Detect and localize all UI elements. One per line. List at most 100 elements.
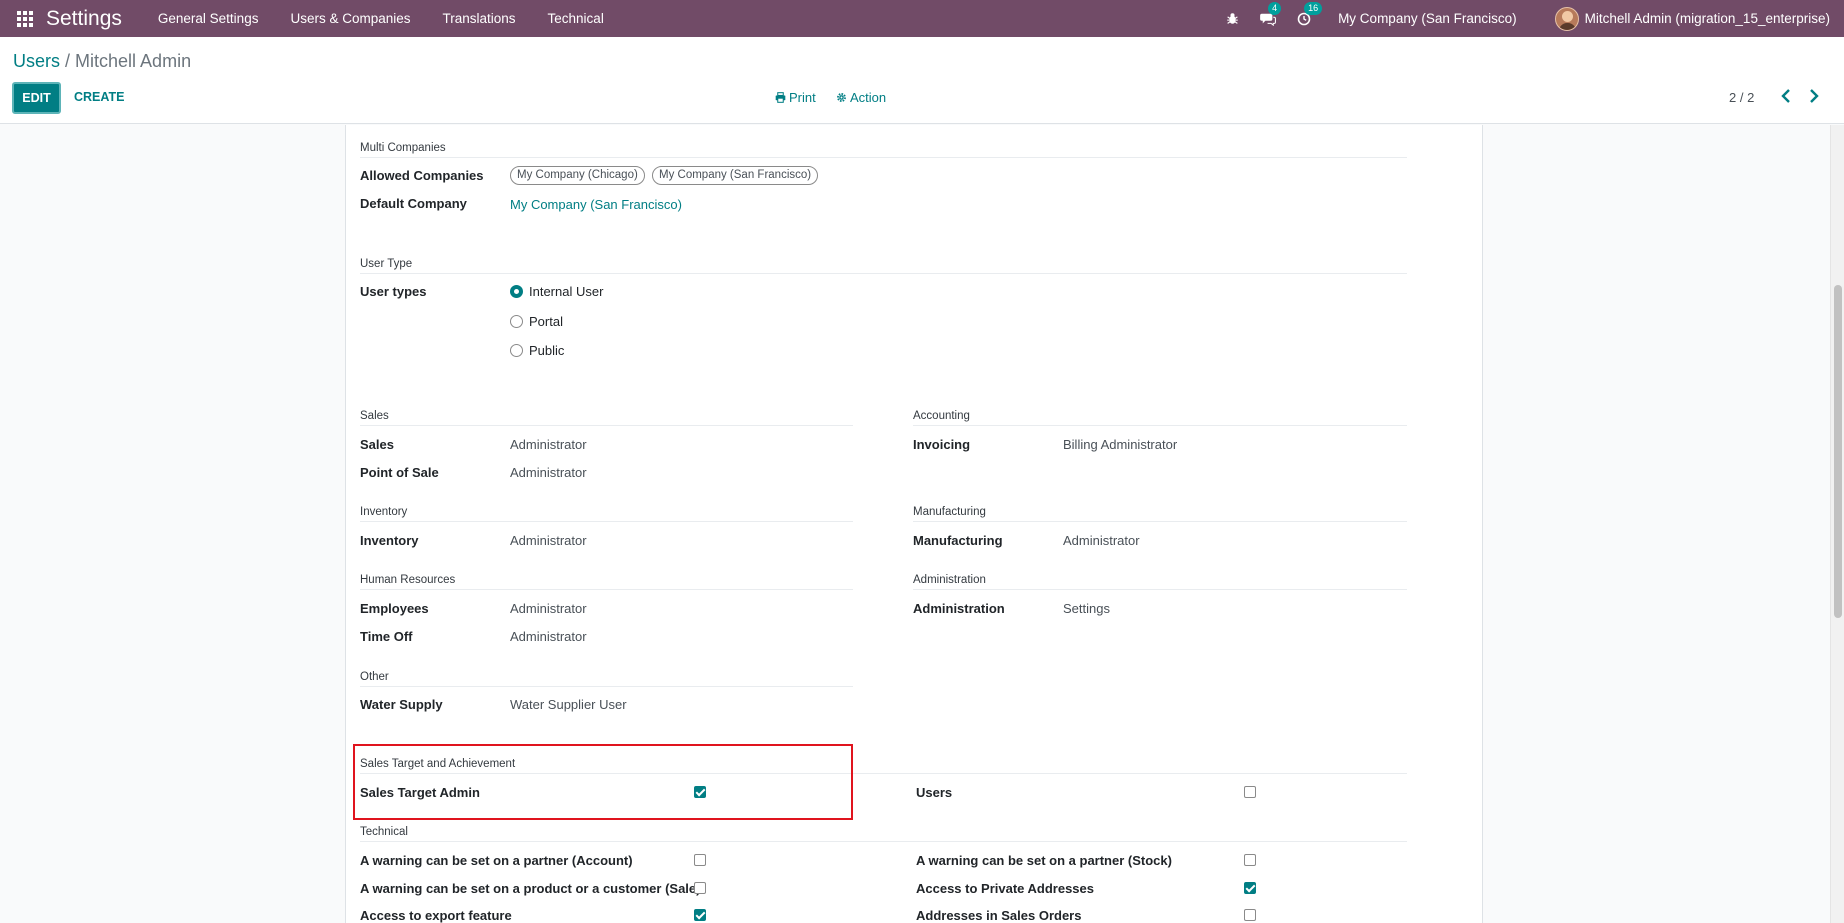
- pager-previous-icon[interactable]: [1780, 88, 1792, 107]
- section-accounting-title: Accounting: [913, 410, 970, 422]
- section-other-title: Other: [360, 671, 389, 683]
- radio-label: Public: [529, 343, 565, 358]
- radio-button[interactable]: [510, 344, 523, 357]
- section-technical-title: Technical: [360, 826, 408, 838]
- technical-item-checkbox[interactable]: [694, 909, 706, 921]
- menu-general-settings[interactable]: General Settings: [142, 11, 275, 26]
- print-button[interactable]: Print: [775, 90, 816, 105]
- section-sales-title: Sales: [360, 410, 389, 422]
- company-switcher[interactable]: My Company (San Francisco): [1338, 11, 1517, 26]
- manufacturing-value[interactable]: Administrator: [1063, 533, 1140, 548]
- technical-item-label: Access to Private Addresses: [916, 881, 1095, 896]
- activities-count-badge: 16: [1304, 1, 1323, 15]
- sales-field-value[interactable]: Administrator: [510, 437, 587, 452]
- section-divider: [360, 157, 1407, 158]
- technical-item-checkbox[interactable]: [1244, 909, 1256, 921]
- edit-button[interactable]: EDIT: [12, 82, 61, 114]
- technical-item-label: A warning can be set on a partner (Accou…: [360, 853, 633, 868]
- menu-technical[interactable]: Technical: [532, 11, 620, 26]
- radio-button-selected[interactable]: [510, 285, 523, 298]
- menu-translations[interactable]: Translations: [427, 11, 532, 26]
- allowed-companies-label: Allowed Companies: [360, 168, 484, 183]
- menu-users-companies[interactable]: Users & Companies: [274, 11, 426, 26]
- section-divider: [360, 521, 853, 522]
- debug-bug-icon[interactable]: [1223, 10, 1241, 28]
- technical-item-label: Addresses in Sales Orders: [916, 908, 1082, 923]
- time-off-value[interactable]: Administrator: [510, 629, 587, 644]
- default-company-link[interactable]: My Company (San Francisco): [510, 197, 682, 212]
- allowed-company-tag[interactable]: My Company (San Francisco): [652, 166, 819, 185]
- technical-item-label: Access to export feature: [360, 908, 512, 923]
- technical-item-checkbox[interactable]: [694, 854, 706, 866]
- section-divider: [360, 425, 853, 426]
- user-name: Mitchell Admin (migration_15_enterprise): [1584, 11, 1830, 26]
- point-of-sale-label: Point of Sale: [360, 465, 439, 480]
- gear-icon: [837, 93, 846, 102]
- technical-item-checkbox[interactable]: [1244, 882, 1256, 894]
- print-icon: [775, 92, 786, 103]
- vertical-scrollbar[interactable]: [1830, 125, 1844, 923]
- messages-count-badge: 4: [1268, 1, 1282, 15]
- radio-label: Portal: [529, 314, 563, 329]
- apps-menu-icon[interactable]: [10, 4, 40, 34]
- section-multi-companies-title: Multi Companies: [360, 142, 446, 154]
- invoicing-label: Invoicing: [913, 437, 971, 452]
- pager-value[interactable]: 2 / 2: [1729, 90, 1754, 105]
- sales-target-users-label: Users: [916, 785, 953, 800]
- scrollbar-thumb[interactable]: [1834, 285, 1842, 618]
- inventory-label: Inventory: [360, 533, 419, 548]
- employees-label: Employees: [360, 601, 429, 616]
- app-brand[interactable]: Settings: [46, 7, 122, 31]
- user-avatar: [1554, 6, 1579, 31]
- manufacturing-label: Manufacturing: [913, 533, 1003, 548]
- section-administration-title: Administration: [913, 574, 986, 586]
- activities-clock-icon[interactable]: 16: [1295, 1, 1323, 28]
- water-supply-value[interactable]: Water Supplier User: [510, 697, 627, 712]
- section-human-resources-title: Human Resources: [360, 574, 456, 586]
- section-divider: [913, 589, 1407, 590]
- section-divider: [360, 273, 1407, 274]
- section-divider: [360, 841, 1407, 842]
- section-divider: [913, 425, 1407, 426]
- user-menu[interactable]: Mitchell Admin (migration_15_enterprise): [1554, 6, 1830, 31]
- section-inventory-title: Inventory: [360, 506, 408, 518]
- default-company-label: Default Company: [360, 196, 467, 211]
- action-label: Action: [850, 90, 887, 105]
- allowed-company-tag[interactable]: My Company (Chicago): [510, 166, 645, 185]
- create-button[interactable]: CREATE: [74, 90, 124, 104]
- water-supply-label: Water Supply: [360, 697, 443, 712]
- pager-next-icon[interactable]: [1808, 88, 1820, 107]
- print-label: Print: [789, 90, 816, 105]
- point-of-sale-value[interactable]: Administrator: [510, 465, 587, 480]
- radio-label: Internal User: [529, 284, 604, 299]
- section-user-type-title: User Type: [360, 258, 413, 270]
- radio-public[interactable]: Public: [510, 343, 564, 358]
- sales-target-users-checkbox[interactable]: [1244, 786, 1256, 798]
- employees-value[interactable]: Administrator: [510, 601, 587, 616]
- breadcrumb-separator: /: [60, 51, 76, 71]
- highlight-annotation-box: [353, 744, 853, 820]
- radio-internal-user[interactable]: Internal User: [510, 284, 603, 299]
- sales-field-label: Sales: [360, 437, 394, 452]
- time-off-label: Time Off: [360, 629, 413, 644]
- section-divider: [913, 521, 1407, 522]
- administration-value[interactable]: Settings: [1063, 601, 1110, 616]
- technical-item-checkbox[interactable]: [1244, 854, 1256, 866]
- section-divider: [360, 686, 853, 687]
- section-divider: [360, 589, 853, 590]
- section-manufacturing-title: Manufacturing: [913, 506, 986, 518]
- breadcrumb-current: Mitchell Admin: [75, 51, 192, 71]
- control-panel: Users / Mitchell Admin EDIT CREATE Print…: [0, 37, 1844, 124]
- top-navbar: Settings General Settings Users & Compan…: [0, 0, 1844, 37]
- radio-portal[interactable]: Portal: [510, 314, 563, 329]
- technical-item-label: A warning can be set on a partner (Stock…: [916, 853, 1172, 868]
- inventory-value[interactable]: Administrator: [510, 533, 587, 548]
- technical-item-label: A warning can be set on a product or a c…: [360, 881, 701, 896]
- technical-item-checkbox[interactable]: [694, 882, 706, 894]
- invoicing-value[interactable]: Billing Administrator: [1063, 437, 1177, 452]
- breadcrumb: Users / Mitchell Admin: [13, 51, 191, 72]
- breadcrumb-users-link[interactable]: Users: [13, 51, 60, 71]
- radio-button[interactable]: [510, 315, 523, 328]
- messages-icon[interactable]: 4: [1259, 1, 1282, 28]
- action-button[interactable]: Action: [836, 90, 886, 105]
